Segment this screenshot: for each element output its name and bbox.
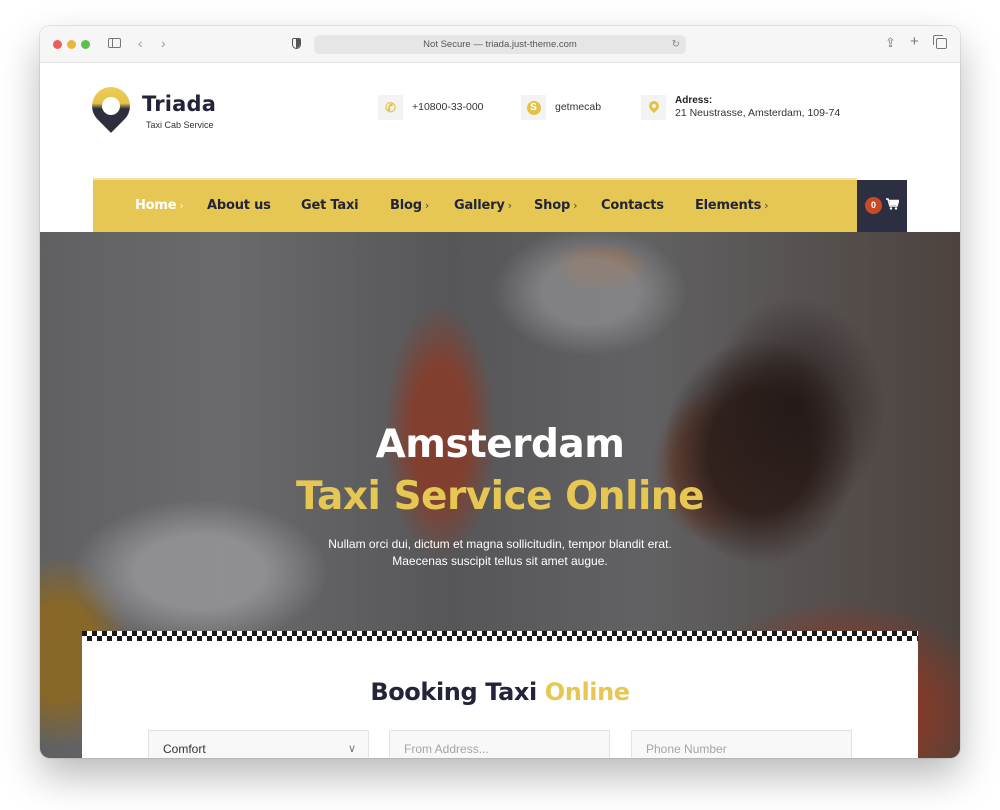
- web-page: Triada Taxi Cab Service ✆ +10800-33-000 …: [40, 63, 960, 758]
- location-pin-icon: [641, 95, 666, 120]
- back-button[interactable]: ‹: [138, 36, 143, 50]
- privacy-shield-icon[interactable]: [292, 38, 301, 49]
- main-navigation: Home › About us Get Taxi Blog › Gallery › S…: [93, 178, 857, 232]
- address-bar[interactable]: Not Secure — triada.just-theme.com ↻: [314, 35, 686, 54]
- nav-item-about-us[interactable]: About us: [207, 198, 271, 213]
- tab-overview-icon[interactable]: [933, 35, 947, 49]
- phone-number-input[interactable]: [646, 731, 851, 758]
- booking-title: Booking Taxi Online: [370, 678, 630, 706]
- skype-handle: getmecab: [555, 101, 602, 113]
- sidebar-toggle-icon[interactable]: [108, 38, 121, 48]
- from-address-field[interactable]: [389, 730, 610, 758]
- booking-form-section: Booking Taxi Online Comfort ∨: [82, 631, 918, 758]
- hero-title-city: Amsterdam: [375, 422, 625, 467]
- url-text: Not Secure — triada.just-theme.com: [423, 39, 577, 50]
- close-window-button[interactable]: [53, 40, 62, 49]
- phone-number-field[interactable]: [631, 730, 852, 758]
- address-label: Adress:: [675, 95, 713, 106]
- hero-title-service: Taxi Service Online: [295, 474, 705, 519]
- chevron-down-icon: ∨: [347, 743, 356, 755]
- chevron-right-icon: ›: [424, 199, 430, 212]
- from-address-input[interactable]: [404, 731, 609, 758]
- forward-button[interactable]: ›: [161, 36, 166, 50]
- cart-count-badge: 0: [865, 197, 882, 214]
- phone-number: +10800-33-000: [412, 101, 484, 113]
- chevron-right-icon: ›: [573, 199, 578, 212]
- cart-icon: [886, 198, 899, 210]
- hero-subtitle: Nullam orci dui, dictum et magna sollici…: [328, 537, 672, 568]
- minimize-window-button[interactable]: [67, 40, 76, 49]
- nav-item-shop[interactable]: Shop ›: [534, 198, 577, 213]
- share-icon[interactable]: ⇪: [885, 36, 896, 49]
- nav-item-elements[interactable]: Elements ›: [695, 198, 769, 213]
- nav-item-blog[interactable]: Blog ›: [390, 198, 429, 213]
- car-class-select[interactable]: Comfort ∨: [148, 730, 369, 758]
- cart-button[interactable]: 0: [857, 180, 907, 232]
- zoom-window-button[interactable]: [81, 40, 90, 49]
- chevron-right-icon: ›: [179, 199, 184, 212]
- nav-item-gallery[interactable]: Gallery ›: [454, 198, 512, 213]
- logo-pin-icon: [84, 79, 138, 133]
- brand-tagline: Taxi Cab Service: [146, 120, 214, 130]
- checkered-border: [82, 631, 918, 641]
- browser-toolbar: ‹ › Not Secure — triada.just-theme.com ↻…: [40, 26, 960, 63]
- chevron-right-icon: ›: [507, 199, 512, 212]
- reload-icon[interactable]: ↻: [672, 35, 680, 54]
- brand-name: Triada: [142, 92, 217, 116]
- phone-icon: ✆: [378, 95, 403, 120]
- browser-window: ‹ › Not Secure — triada.just-theme.com ↻…: [40, 26, 960, 758]
- nav-item-get-taxi[interactable]: Get Taxi: [301, 198, 359, 213]
- chevron-right-icon: ›: [764, 199, 769, 212]
- nav-item-home[interactable]: Home ›: [135, 198, 184, 213]
- new-tab-icon[interactable]: +: [910, 34, 919, 49]
- skype-icon: S: [521, 95, 546, 120]
- address-value: 21 Neustrasse, Amsterdam, 109-74: [675, 107, 841, 119]
- nav-item-contacts[interactable]: Contacts: [601, 198, 664, 213]
- car-class-value: Comfort: [163, 742, 206, 756]
- site-logo[interactable]: Triada Taxi Cab Service: [84, 79, 242, 135]
